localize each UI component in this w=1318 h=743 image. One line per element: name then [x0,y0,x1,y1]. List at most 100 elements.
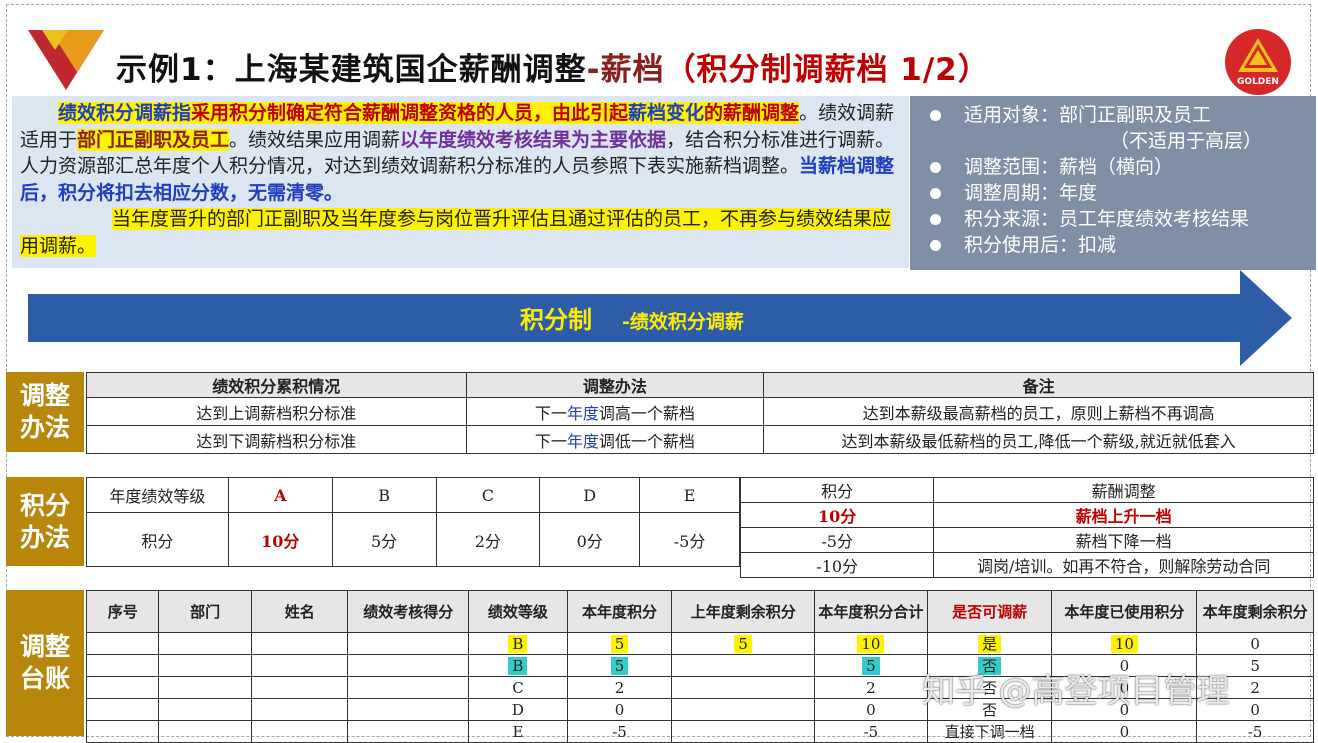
info-item: 积分使用后：扣减 [924,232,1316,258]
score-cell: 0分 [539,512,641,567]
table-header: 上年度剩余积分 [671,590,816,633]
cell-text: 5 [610,656,629,675]
table-cell [347,676,470,699]
title-sub: -薪档 [586,52,665,88]
section-label-line: 调整 [19,381,70,410]
intro-scope: 部门正副职及员工 [77,128,230,151]
table-header: 姓名 [250,590,349,633]
table-cell: B [468,654,568,677]
info-item-text: 适用对象：部门正副职及员工 [964,104,1212,126]
logo-text: GOLDEN [1237,77,1279,87]
table-cell [158,654,252,677]
intro-highlight-red: 的薪酬调整 [704,102,800,124]
table-cell: 10 [814,632,928,655]
table-cell: D [468,698,568,721]
table-cell [85,676,160,699]
table-cell [158,720,252,743]
table-cell: 薪档下降一档 [933,527,1314,553]
info-item: 调整范围：薪档（横向） [924,154,1316,180]
info-item-text: 积分来源：员工年度绩效考核结果 [964,208,1250,230]
cell-text: 是 [978,635,1002,653]
cell-text: B [508,656,528,675]
table-header-row: 绩效积分累积情况 调整办法 备注 [86,372,1314,398]
bullet-icon [930,214,941,225]
table-cell: -5 [566,720,673,743]
section-label-line: 台账 [19,664,70,693]
table-cell [250,676,349,699]
table-cell: 10分 [739,502,935,528]
table-cell: 达到下调薪档积分标准 [86,425,467,454]
table-cell [671,698,816,721]
table-cell: 5 [671,632,816,655]
table-header: 是否可调薪 [926,590,1053,633]
bullet-icon [930,240,941,251]
score-cell: -5分 [639,512,740,567]
table-header: 积分 [739,477,935,503]
table-cell [347,720,470,743]
table-cell: 调岗/培训。如再不符合，则解除劳动合同 [933,552,1314,578]
table-cell: 是 [926,632,1053,655]
table-cell: 2 [814,676,928,699]
table-cell [671,720,816,743]
score-adjust-table: 积分 薪酬调整 10分 薪档上升一档 -5分 薪档下降一档 -10分 调岗/培训… [739,477,1314,578]
table-header: 薪酬调整 [933,477,1314,503]
section-label-ledger: 调整 台账 [6,590,84,736]
cell-text: 下一 [534,431,567,451]
table-header: 本年度已使用积分 [1051,590,1198,633]
table-cell [250,720,349,743]
table-cell [250,632,349,655]
table-cell: 达到本薪级最高薪档的员工，原则上薪档不再调高 [763,397,1314,426]
table-cell: 直接下调一档 [926,720,1053,743]
table-cell [250,654,349,677]
table-cell [85,720,160,743]
score-grade-table: 年度绩效等级 A B C D E 积分 10分 5分 2分 0分 -5分 [86,477,740,567]
golden-logo-icon: GOLDEN [1225,29,1291,95]
grade-cell: C [435,477,541,513]
table-cell: -10分 [739,552,935,578]
table-header: 部门 [158,590,252,633]
table-cell: -5分 [739,527,935,553]
info-note-text: （不适用于高层） [1110,130,1263,152]
table-cell [85,654,160,677]
section-label-score-method: 积分 办法 [6,477,84,566]
table-cell: 达到上调薪档积分标准 [86,397,467,426]
table-header: 本年度积分合计 [814,590,928,633]
cell-text: 10 [1110,634,1138,653]
section-label-line: 调整 [19,632,70,661]
table-header-row: 序号 部门 姓名 绩效考核得分 绩效等级 本年度积分 上年度剩余积分 本年度积分… [85,590,1314,633]
table-row: 达到下调薪档积分标准 下一年度调低一个薪档 达到本薪级最低薪档的员工,降低一个薪… [86,425,1314,454]
cell-text: 10 [857,634,885,653]
intro-basis: 以年度绩效考核结果为主要依据 [400,128,667,151]
info-item: 调整周期：年度 [924,180,1316,206]
table-cell [85,632,160,655]
table-cell: 0 [814,698,928,721]
score-cell: 5分 [331,512,437,567]
table-header: 备注 [763,372,1314,398]
table-header: 绩效等级 [468,590,568,633]
table-header: 调整办法 [465,372,765,398]
table-cell [85,698,160,721]
table-header: 序号 [85,590,160,633]
triangle-logo-icon [28,30,104,90]
grade-label: 年度绩效等级 [86,477,229,513]
info-note: （不适用于高层） [924,128,1316,154]
cell-text: 下一 [534,403,567,423]
table-row: E -5 -5 直接下调一档 0 -5 [85,720,1314,743]
table-row: 年度绩效等级 A B C D E [86,477,740,513]
intro-highlight: 采用积分制确定符合薪酬调整资格的人员，由此引起 [191,102,629,124]
intro-text: 。绩效结果应用调薪 [229,128,401,151]
cell-text: B [508,634,528,653]
table-cell: 0 [1196,632,1314,655]
intro-paragraph-1: 绩效积分调薪指采用积分制确定符合薪酬调整资格的人员，由此引起薪档变化的薪酬调整。… [20,100,901,206]
table-row: -5分 薪档下降一档 [739,527,1314,553]
table-cell [347,632,470,655]
cell-text: 5 [734,634,752,653]
score-label: 积分 [86,512,229,567]
score-cell: 10分 [227,512,333,567]
adjust-method-table: 绩效积分累积情况 调整办法 备注 达到上调薪档积分标准 下一年度调高一个薪档 达… [86,372,1314,454]
bullet-icon [930,110,941,121]
arrow-main-text: 积分制 [520,305,592,334]
intro-panel: 绩效积分调薪指采用积分制确定符合薪酬调整资格的人员，由此引起薪档变化的薪酬调整。… [12,96,909,268]
table-cell [158,698,252,721]
table-cell [347,698,470,721]
